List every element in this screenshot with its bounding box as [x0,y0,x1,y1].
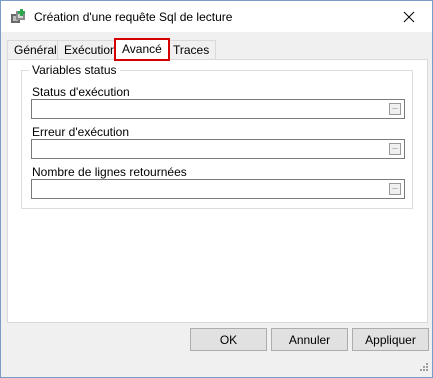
tab-label: Exécution [64,43,117,57]
window-title: Création d'une requête Sql de lecture [34,10,233,24]
variables-status-group: Variables status Status d'exécution ... … [21,63,413,209]
group-title: Variables status [29,63,120,77]
erreur-execution-browse-button[interactable]: ... [389,143,401,155]
erreur-execution-field[interactable]: ... [31,139,405,159]
tab-traces[interactable]: Traces [166,40,217,60]
status-execution-browse-button[interactable]: ... [389,103,401,115]
title-bar[interactable]: Création d'une requête Sql de lecture [1,1,432,32]
nombre-lignes-browse-button[interactable]: ... [389,183,401,195]
tab-panel-avance: Variables status Status d'exécution ... … [7,59,428,323]
dialog-window: Création d'une requête Sql de lecture Gé… [0,0,433,378]
status-execution-label: Status d'exécution [32,85,130,99]
close-icon [403,11,415,22]
erreur-execution-input[interactable] [34,141,380,157]
tab-avance[interactable]: Avancé [114,38,170,61]
status-execution-field[interactable]: ... [31,99,405,119]
tab-strip: Général Exécution Avancé Traces [7,38,427,61]
tab-label: Général [14,43,57,57]
cancel-button[interactable]: Annuler [271,328,348,351]
nombre-lignes-input[interactable] [34,181,380,197]
tab-label: Avancé [122,42,162,56]
app-icon [10,9,26,25]
tab-general[interactable]: Général [7,40,64,60]
erreur-execution-label: Erreur d'exécution [32,125,130,139]
resize-grip-icon[interactable] [417,362,429,374]
nombre-lignes-label: Nombre de lignes retournées [32,165,187,179]
close-button[interactable] [386,1,432,32]
apply-button[interactable]: Appliquer [352,328,429,351]
nombre-lignes-field[interactable]: ... [31,179,405,199]
status-execution-input[interactable] [34,101,380,117]
tab-label: Traces [173,43,210,57]
ok-button[interactable]: OK [190,328,267,351]
